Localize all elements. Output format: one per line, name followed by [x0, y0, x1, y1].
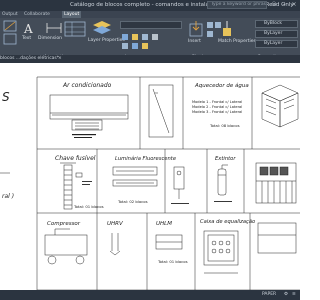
minimize-icon[interactable]: –	[280, 1, 288, 9]
color-dropdown[interactable]: ByBlock	[255, 20, 298, 28]
layer-properties-icon[interactable]	[92, 20, 112, 36]
menu-icon[interactable]: ≡	[292, 290, 296, 300]
compressor-block	[44, 228, 88, 265]
uhlm-total: Total: 01 blocos	[157, 259, 188, 264]
chave-fusivel-block	[60, 162, 83, 210]
lineweight-value: ByLayer	[264, 41, 283, 46]
document-tab-bar: blocos ...dações elétricas* ×	[0, 55, 300, 63]
user-icon[interactable]: ⚇	[270, 1, 278, 9]
aquecedor-title: Aquecedor de água	[194, 82, 249, 89]
uhrv-block	[109, 233, 121, 256]
extintor-block	[217, 164, 228, 196]
uhlm-title: UHLM	[156, 221, 172, 227]
chave-fusivel-title: Chave fusível	[55, 155, 96, 162]
tab-collaborate[interactable]: Collaborate	[24, 11, 50, 18]
document-tab[interactable]: blocos ...dações elétricas*	[0, 55, 59, 63]
lineweight-dropdown[interactable]: ByLayer	[255, 40, 298, 48]
new-tab-icon[interactable]: ×	[58, 55, 62, 63]
insert-block-icon[interactable]	[188, 20, 204, 38]
match-properties-icon[interactable]	[220, 20, 234, 38]
transformer-block	[255, 162, 297, 204]
aquecedor-total: Total: 08 blocos	[209, 123, 240, 128]
isometric-equipment-block	[261, 84, 299, 128]
drawing-canvas[interactable]: S ral ) Ar condicionado Aquecedor de águ…	[0, 63, 300, 290]
aquecedor-note-3: Modelo 3 - Frontal c/ Lateral	[192, 110, 242, 114]
tab-output[interactable]: Output	[2, 11, 18, 18]
ribbon-panel: A Text Dimension Layer Properties Insert…	[0, 18, 300, 60]
uhlm-block	[155, 234, 183, 250]
svg-text:A: A	[23, 22, 33, 35]
extintor-title: Extintor	[215, 156, 236, 162]
aquecedor-note-1: Modelo 1 - Frontal c/ Lateral	[192, 100, 242, 104]
right-partial-block	[257, 222, 297, 254]
paper-space-indicator[interactable]: PAPER	[262, 290, 276, 300]
status-bar: PAPER ⚙ ≡	[0, 290, 300, 300]
layer-properties-label: Layer Properties	[88, 38, 125, 43]
dimension-tool-label: Dimension	[38, 36, 62, 41]
dimension-icon[interactable]	[46, 22, 62, 34]
aquecedor-note-2: Modelo 2 - Frontal c/ Lateral	[192, 105, 242, 109]
match-properties-label: Match Properties	[218, 39, 256, 44]
text-icon[interactable]: A	[22, 21, 36, 35]
title-bar: Catálogo de blocos completo - comandos e…	[0, 0, 300, 11]
linetype-dropdown[interactable]: ByLayer	[255, 30, 298, 38]
chave-fusivel-total: Total: 01 blocos	[73, 204, 104, 209]
caixa-equalizacao-block	[203, 230, 239, 274]
ar-condicionado-block	[49, 94, 129, 131]
left-partial-text: ral )	[2, 193, 14, 200]
layer-tools	[120, 32, 182, 52]
aquecedor-vertical-block	[148, 84, 174, 138]
text-tool-label: Text	[22, 36, 32, 41]
left-partial-letter: S	[2, 90, 10, 104]
uhrv-title: UHRV	[107, 221, 124, 227]
close-icon[interactable]: ×	[290, 1, 298, 9]
block-catalog-drawing: S ral ) Ar condicionado Aquecedor de águ…	[0, 76, 300, 290]
table-icon[interactable]	[64, 21, 86, 37]
luminaria-block	[112, 166, 158, 187]
linetype-value: ByLayer	[264, 31, 283, 36]
color-value: ByBlock	[264, 21, 282, 26]
settings-icon[interactable]: ⚙	[284, 290, 288, 300]
insert-label: Insert	[188, 39, 201, 44]
caixa-equalizacao-title: Caixa de equalização	[200, 219, 255, 225]
tab-layout[interactable]: Layout	[62, 11, 82, 18]
ar-condicionado-title: Ar condicionado	[62, 82, 112, 89]
ribbon-tabs: Output Collaborate Layout	[0, 11, 300, 18]
search-input[interactable]: Type a keyword or phrase	[207, 1, 267, 9]
luminaria-total: Total: 02 blocos	[117, 199, 148, 204]
draw-icon[interactable]	[3, 20, 17, 46]
luminaria-title: Luminária Fluorescente	[115, 155, 176, 162]
layer-dropdown[interactable]	[120, 21, 182, 29]
instrument-block	[173, 166, 185, 199]
compressor-title: Compressor	[47, 221, 81, 227]
